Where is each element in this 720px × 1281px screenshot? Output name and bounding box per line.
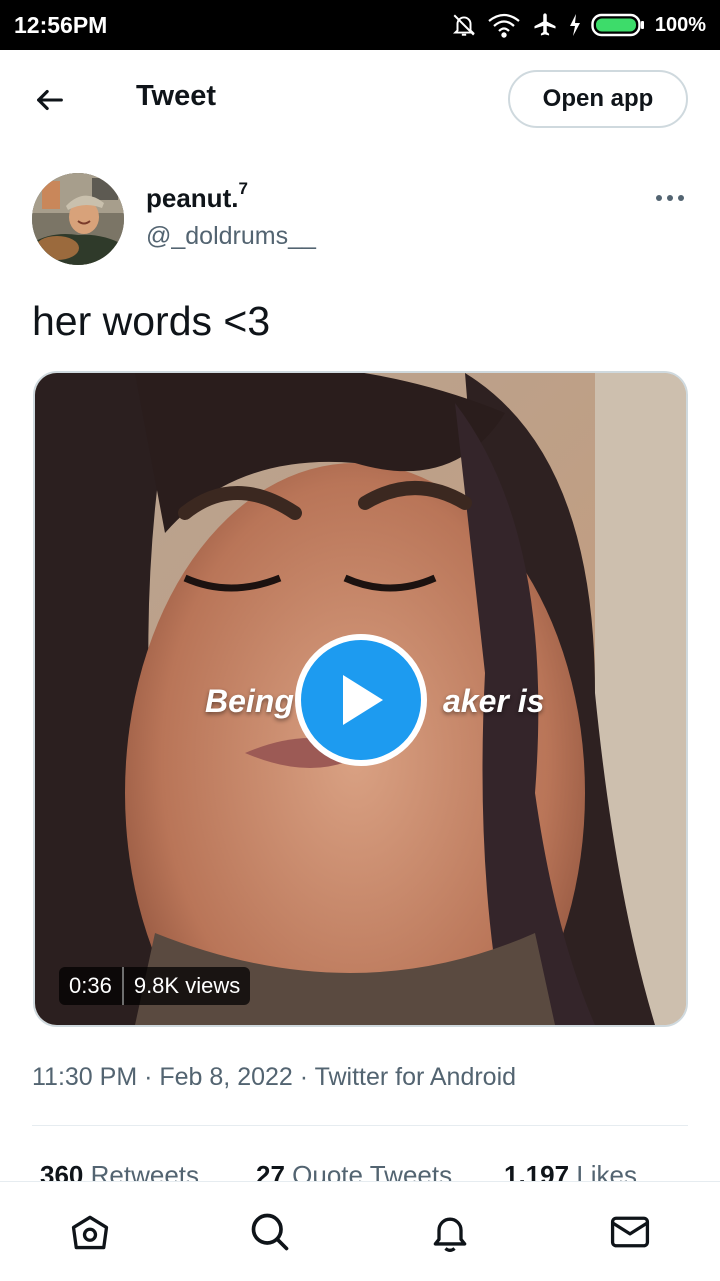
arrow-left-icon [37,89,63,111]
retweets-stat[interactable]: 360 Retweets [40,1160,199,1182]
nav-notifications[interactable] [426,1208,474,1256]
airplane-mode-icon [534,13,556,36]
status-bar: 12:56PM 100% [0,0,720,50]
status-icons: 100% [451,11,706,39]
video-views: 9.8K views [133,973,241,998]
page-title: Tweet [136,80,217,112]
nav-search[interactable] [246,1208,294,1256]
play-icon [343,675,383,725]
likes-label: Likes [576,1160,638,1182]
nav-messages[interactable] [606,1208,654,1256]
open-app-button[interactable]: Open app [508,70,688,128]
divider [32,1125,688,1126]
wifi-icon [488,13,520,38]
home-icon [71,1215,109,1250]
tweet-timestamp[interactable]: 11:30 PM · Feb 8, 2022 · Twitter for And… [32,1063,516,1092]
top-bar: Tweet Open app [0,50,720,148]
tweet-stats: 360 Retweets 27 Quote Tweets 1,197 Likes [40,1160,700,1182]
likes-stat[interactable]: 1,197 Likes [504,1160,637,1182]
quote-tweets-stat[interactable]: 27 Quote Tweets [256,1160,452,1182]
video-caption-right: aker is [443,683,545,719]
display-name-superscript: 7 [238,179,248,198]
tweet-text: her words <3 [32,298,271,344]
avatar-image [32,173,124,265]
video-player[interactable]: Being aker is 0:36 9.8K views [33,371,688,1027]
user-handle[interactable]: @_doldrums__ [146,222,316,251]
likes-count: 1,197 [504,1160,570,1182]
search-icon [251,1213,289,1251]
avatar[interactable] [32,173,124,265]
video-caption-left: Being [205,683,294,719]
quotes-label: Quote Tweets [292,1160,453,1182]
retweets-label: Retweets [90,1160,200,1182]
quotes-count: 27 [256,1160,285,1182]
display-name-text: peanut. [146,183,239,213]
messages-icon [610,1216,650,1248]
notifications-icon [433,1217,467,1252]
charging-icon [569,14,580,36]
more-horizontal-icon [656,195,684,201]
video-meta: 0:36 9.8K views [59,967,251,1005]
back-button[interactable] [28,78,72,122]
play-button[interactable] [295,634,427,766]
more-options-button[interactable] [650,186,690,210]
nav-home[interactable] [66,1208,114,1256]
display-name[interactable]: peanut.7 [146,179,248,214]
bottom-nav [0,1181,720,1281]
retweets-count: 360 [40,1160,84,1182]
battery-percentage: 100% [654,13,706,36]
alarm-off-icon [452,14,475,36]
video-duration: 0:36 [69,973,112,998]
battery-icon [591,13,644,37]
status-time: 12:56PM [14,11,108,38]
